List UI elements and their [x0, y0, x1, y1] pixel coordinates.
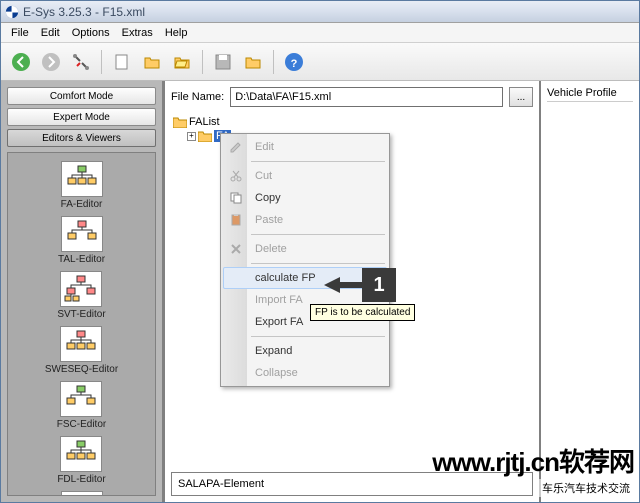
forward-button[interactable] [37, 48, 65, 76]
ctx-cut: Cut [223, 165, 387, 187]
ctx-copy[interactable]: Copy [223, 187, 387, 209]
watermark: www.rjtj.cn软荐网 车乐汽车技术交流 [432, 442, 634, 497]
salapa-label: SALAPA-Element [178, 478, 264, 490]
copy-icon [228, 190, 244, 206]
right-panel: Vehicle Profile [539, 81, 639, 502]
fsc-editor-icon [60, 381, 102, 417]
back-button[interactable] [7, 48, 35, 76]
ctx-paste: Paste [223, 209, 387, 231]
editors-list: FA-Editor TAL-Editor SVT-Editor SWESEQ-E… [7, 152, 156, 496]
editor-label: FA-Editor [61, 199, 103, 210]
sweseq-editor-icon [60, 326, 102, 362]
editors-viewers-button[interactable]: Editors & Viewers [7, 129, 156, 147]
folder-icon [173, 116, 187, 128]
editor-label: SVT-Editor [57, 309, 105, 320]
tree-root-label: FAList [189, 116, 220, 128]
scissors-icon [228, 168, 244, 184]
fsc-editor-item[interactable]: FSC-Editor [57, 381, 106, 430]
paste-icon [228, 212, 244, 228]
menu-help[interactable]: Help [159, 25, 194, 41]
save-button[interactable] [209, 48, 237, 76]
tooltip: FP is to be calculated [310, 304, 415, 321]
filename-input[interactable] [230, 87, 503, 107]
menu-file[interactable]: File [5, 25, 35, 41]
expand-icon[interactable]: + [187, 132, 196, 141]
fa-editor-icon [61, 161, 103, 197]
callout-1: 1 [324, 268, 396, 302]
expert-mode-button[interactable]: Expert Mode [7, 108, 156, 126]
sweseq-editor-item[interactable]: SWESEQ-Editor [45, 326, 118, 375]
context-menu: Edit Cut Copy Paste Delete calculate FP … [220, 133, 390, 387]
saveas-button[interactable] [239, 48, 267, 76]
editor-label: FDL-Editor [57, 474, 105, 485]
tal-editor-icon [61, 216, 103, 252]
tree-root[interactable]: FAList [173, 115, 531, 129]
folder-icon [198, 130, 212, 142]
connect-button[interactable] [67, 48, 95, 76]
app-icon [5, 5, 19, 19]
caf-viewer-item[interactable]: CAF-Viewer [55, 491, 109, 496]
filename-label: File Name: [171, 91, 224, 103]
vehicle-profile-header: Vehicle Profile [547, 87, 633, 102]
editor-label: SWESEQ-Editor [45, 364, 118, 375]
ctx-delete: Delete [223, 238, 387, 260]
fdl-editor-item[interactable]: FDL-Editor [57, 436, 105, 485]
ctx-edit: Edit [223, 136, 387, 158]
menu-options[interactable]: Options [66, 25, 116, 41]
menu-edit[interactable]: Edit [35, 25, 66, 41]
open-button[interactable] [138, 48, 166, 76]
svt-editor-icon [60, 271, 102, 307]
open2-button[interactable] [168, 48, 196, 76]
caf-viewer-icon [61, 491, 103, 496]
svt-editor-item[interactable]: SVT-Editor [57, 271, 105, 320]
ctx-expand[interactable]: Expand [223, 340, 387, 362]
editor-label: TAL-Editor [58, 254, 105, 265]
callout-number: 1 [362, 268, 396, 302]
window-title: E-Sys 3.25.3 - F15.xml [23, 5, 145, 19]
watermark-sub: 车乐汽车技术交流 [538, 479, 634, 497]
editor-label: FSC-Editor [57, 419, 106, 430]
browse-button[interactable]: ... [509, 87, 533, 107]
titlebar: E-Sys 3.25.3 - F15.xml [1, 1, 639, 23]
watermark-main: www.rjtj.cn软荐网 [432, 442, 634, 479]
toolbar: ? [1, 43, 639, 81]
delete-icon [228, 241, 244, 257]
new-button[interactable] [108, 48, 136, 76]
menu-extras[interactable]: Extras [116, 25, 159, 41]
pencil-icon [228, 139, 244, 155]
fa-editor-item[interactable]: FA-Editor [61, 161, 103, 210]
comfort-mode-button[interactable]: Comfort Mode [7, 87, 156, 105]
left-panel: Comfort Mode Expert Mode Editors & Viewe… [1, 81, 163, 502]
ctx-collapse: Collapse [223, 362, 387, 384]
tal-editor-item[interactable]: TAL-Editor [58, 216, 105, 265]
help-button[interactable]: ? [280, 48, 308, 76]
svg-text:?: ? [291, 58, 298, 70]
menubar: File Edit Options Extras Help [1, 23, 639, 43]
fdl-editor-icon [60, 436, 102, 472]
